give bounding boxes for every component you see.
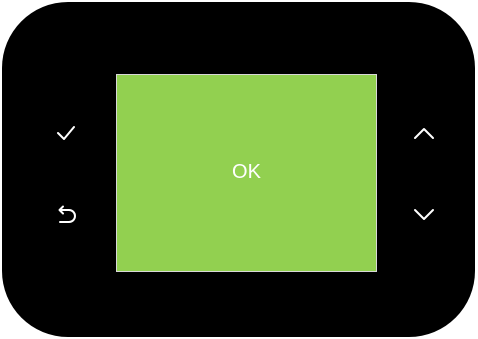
confirm-button[interactable] xyxy=(49,116,83,150)
chevron-down-icon xyxy=(414,209,434,220)
down-button[interactable] xyxy=(407,198,441,232)
status-text: OK xyxy=(232,161,261,183)
return-arrow-icon xyxy=(58,205,76,223)
device-body: OK xyxy=(2,2,475,337)
checkmark-icon xyxy=(57,126,75,140)
chevron-up-icon xyxy=(414,128,434,139)
display-screen: OK xyxy=(116,74,377,272)
up-button[interactable] xyxy=(407,116,441,150)
back-button[interactable] xyxy=(49,198,83,232)
